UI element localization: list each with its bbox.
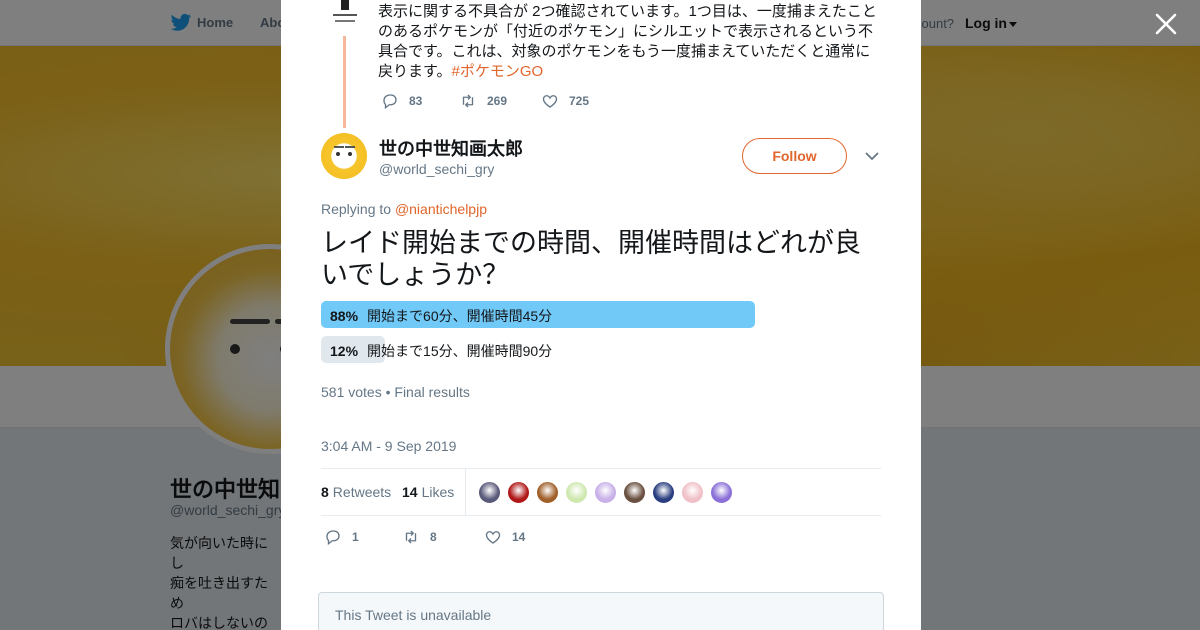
poll-option-label: 88% 開始まで60分、開催時間45分 (330, 306, 552, 326)
niantic-support-logo-icon (333, 0, 357, 22)
parent-retweet-count: 269 (487, 94, 508, 108)
liker-avatar[interactable] (594, 481, 617, 504)
close-icon[interactable] (1153, 11, 1179, 37)
liker-avatar[interactable] (478, 481, 501, 504)
tweet-author-row: 世の中世知画太郎 @world_sechi_gry Follow (321, 133, 881, 183)
liker-avatar[interactable] (507, 481, 530, 504)
replying-prefix: Replying to (321, 201, 392, 217)
poll-option: 12% 開始まで15分、開催時間90分 (321, 336, 814, 363)
parent-retweet-action[interactable]: 269 (459, 92, 541, 110)
poll-option-label: 12% 開始まで15分、開催時間90分 (330, 341, 552, 361)
parent-like-action[interactable]: 725 (541, 92, 589, 110)
chevron-down-icon[interactable] (865, 151, 879, 161)
poll-option: 88% 開始まで60分、開催時間45分 (321, 301, 814, 328)
tweet-modal: 表示に関する不具合が 2つ確認されています。1つ目は、一度捕まえたことのあるポケ… (281, 0, 921, 630)
likes-stat[interactable]: 14 Likes (402, 484, 454, 500)
retweets-stat[interactable]: 8 Retweets (321, 484, 391, 500)
author-avatar[interactable] (321, 133, 367, 179)
retweet-icon (405, 530, 417, 544)
replying-to: Replying to @niantichelpjp (321, 201, 487, 217)
parent-reply-count: 83 (409, 94, 423, 108)
liker-avatar[interactable] (623, 481, 646, 504)
parent-hashtag-link[interactable]: #ポケモンGO (452, 63, 544, 80)
parent-tweet-actions: 83 269 725 (381, 92, 589, 110)
liker-avatar[interactable] (536, 481, 559, 504)
retweet-action[interactable]: 8 (402, 528, 484, 546)
retweet-label: Retweets (332, 484, 392, 500)
parent-like-count: 725 (569, 94, 590, 108)
avatar-stripe (345, 146, 355, 148)
poll-meta: 581 votes • Final results (321, 384, 470, 400)
liker-avatar[interactable] (710, 481, 733, 504)
liker-avatar[interactable] (681, 481, 704, 504)
liker-avatar[interactable] (652, 481, 675, 504)
retweet-icon (462, 94, 474, 108)
poll-percent: 88% (330, 308, 359, 324)
replying-mention-link[interactable]: @niantichelpjp (395, 201, 487, 217)
reply-action[interactable]: 1 (324, 528, 402, 546)
like-icon (485, 531, 501, 544)
stats-divider (465, 469, 466, 516)
reply-icon (383, 94, 397, 110)
tweet-stats: 8 Retweets 14 Likes (321, 468, 881, 516)
avatar-stripe (334, 146, 344, 148)
reply-icon (326, 530, 340, 546)
unavailable-text: This Tweet is unavailable (335, 607, 492, 623)
retweet-action-count: 8 (430, 530, 437, 544)
like-count: 14 (402, 484, 418, 500)
follow-button[interactable]: Follow (742, 138, 847, 174)
avatar-eye (348, 152, 352, 156)
tweet-text: レイド開始までの時間、開催時間はどれが良いでしょうか？ (321, 228, 861, 290)
reply-count: 1 (352, 530, 359, 544)
like-action[interactable]: 14 (484, 528, 525, 546)
poll-choice: 開始まで15分、開催時間90分 (367, 343, 553, 359)
tweet-timestamp[interactable]: 3:04 AM - 9 Sep 2019 (321, 438, 456, 454)
parent-tweet-text: 表示に関する不具合が 2つ確認されています。1つ目は、一度捕まえたことのあるポケ… (378, 2, 878, 82)
author-handle[interactable]: @world_sechi_gry (379, 161, 494, 177)
parent-reply-action[interactable]: 83 (381, 92, 459, 110)
thread-line (343, 36, 346, 128)
avatar-eye (336, 152, 340, 156)
poll-choice: 開始まで60分、開催時間45分 (367, 308, 553, 324)
retweet-count: 8 (321, 484, 329, 500)
liker-avatar[interactable] (565, 481, 588, 504)
like-icon (542, 95, 558, 108)
like-label: Likes (421, 484, 455, 500)
unavailable-tweet-card: This Tweet is unavailable (318, 592, 884, 630)
poll-percent: 12% (330, 343, 359, 359)
liker-avatars (478, 481, 739, 504)
author-display-name[interactable]: 世の中世知画太郎 (379, 135, 523, 161)
like-action-count: 14 (512, 530, 526, 544)
tweet-actions: 1 8 14 (324, 528, 525, 546)
